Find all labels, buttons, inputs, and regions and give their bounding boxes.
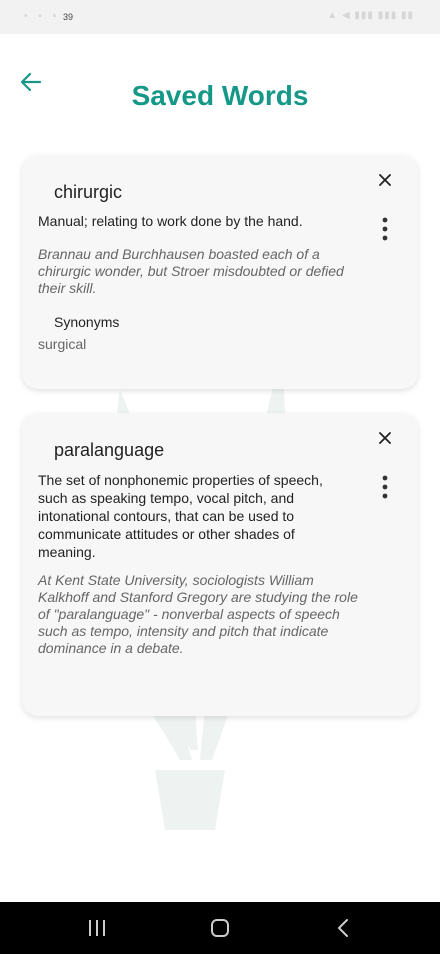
page-title: Saved Words bbox=[131, 80, 309, 111]
word-definition: Manual; relating to work done by the han… bbox=[38, 213, 303, 229]
word-card: chirurgic Manual; relating to work done … bbox=[22, 155, 418, 389]
recent-apps-icon[interactable] bbox=[88, 918, 106, 938]
word-title: chirurgic bbox=[54, 182, 123, 202]
back-icon[interactable] bbox=[336, 918, 350, 938]
close-icon[interactable] bbox=[378, 173, 392, 187]
home-icon[interactable] bbox=[210, 918, 230, 938]
synonyms-value: surgical bbox=[38, 336, 87, 352]
more-options-icon[interactable] bbox=[382, 475, 388, 499]
notification-icons: • ▪ ▪ bbox=[24, 11, 61, 22]
status-time: 39 bbox=[63, 12, 74, 22]
word-example: Brannau and Burchhausen boasted each of … bbox=[38, 246, 344, 296]
system-icons: ▲ ◀ ▮▮▮ ▮▮▮ ▮▮ bbox=[327, 10, 414, 21]
close-icon[interactable] bbox=[378, 431, 392, 445]
synonyms-label: Synonyms bbox=[54, 314, 120, 330]
word-definition: The set of nonphonemic properties of spe… bbox=[38, 472, 323, 560]
word-card: paralanguage The set of nonphonemic prop… bbox=[22, 413, 418, 716]
word-title: paralanguage bbox=[54, 440, 165, 460]
more-options-icon[interactable] bbox=[382, 217, 388, 241]
system-navigation-bar bbox=[0, 902, 440, 954]
word-example: At Kent State University, sociologists W… bbox=[38, 572, 358, 656]
status-bar: • ▪ ▪ 39 ▲ ◀ ▮▮▮ ▮▮▮ ▮▮ bbox=[0, 0, 440, 34]
